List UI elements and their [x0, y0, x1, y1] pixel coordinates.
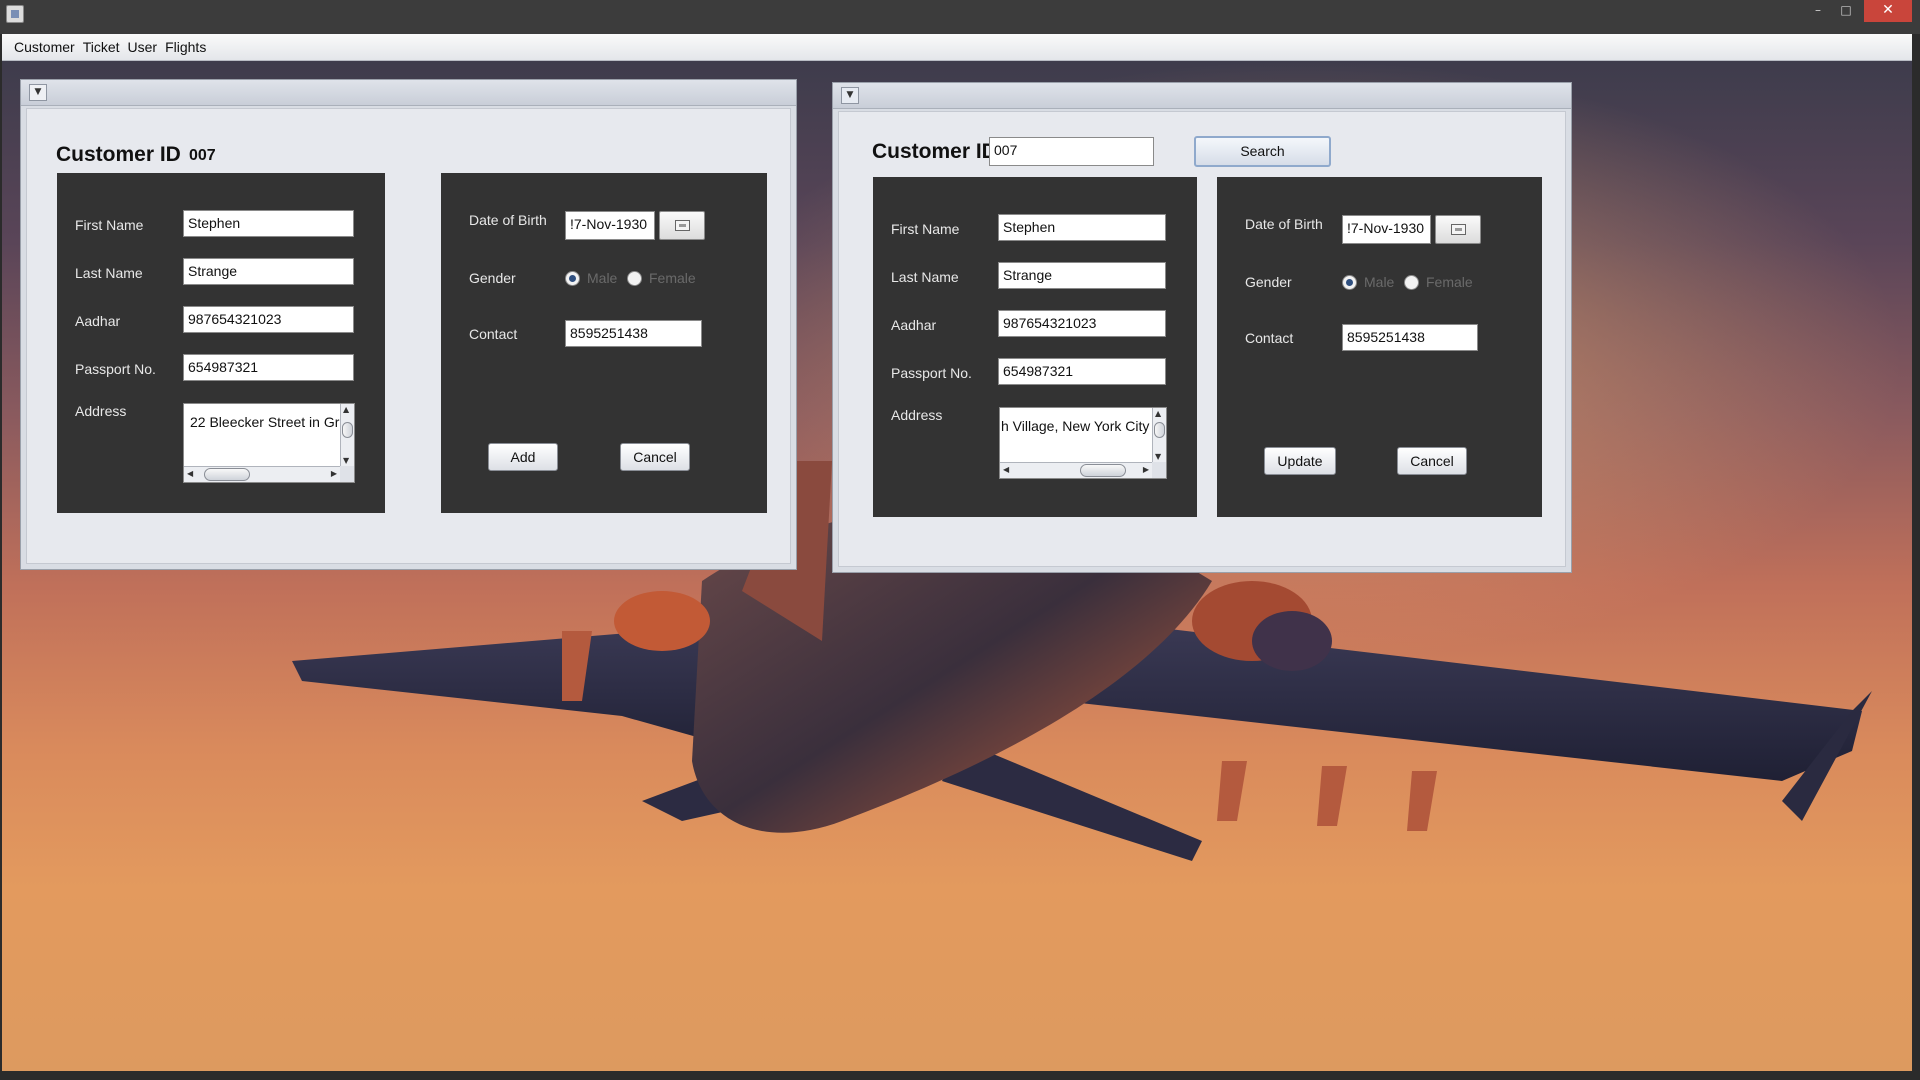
dob-field[interactable]: !7-Nov-1930: [1342, 215, 1431, 244]
first-name-label: First Name: [75, 217, 144, 233]
add-customer-frame: ▼ Customer ID 007 First Name Stephen Las…: [20, 79, 797, 570]
customer-id-value: 007: [189, 147, 216, 164]
contact-info-panel: Date of Birth !7-Nov-1930 Gender Male Fe…: [441, 173, 767, 513]
gender-male-label[interactable]: Male: [1364, 274, 1394, 290]
gender-male-label[interactable]: Male: [587, 270, 617, 286]
gender-female-label[interactable]: Female: [649, 270, 696, 286]
vertical-scroll-thumb[interactable]: [342, 422, 353, 438]
calendar-button[interactable]: [1435, 215, 1481, 244]
minimize-button[interactable]: –: [1804, 0, 1832, 22]
address-textarea[interactable]: h Village, New York City ▲ ▼ ◀ ▶: [999, 407, 1167, 479]
address-label: Address: [891, 407, 943, 423]
search-button[interactable]: Search: [1194, 136, 1331, 167]
passport-field[interactable]: 654987321: [183, 354, 354, 381]
calendar-button[interactable]: [659, 211, 705, 240]
horizontal-scroll-thumb[interactable]: [204, 468, 250, 481]
menu-flights[interactable]: Flights: [161, 34, 210, 61]
last-name-field[interactable]: Strange: [183, 258, 354, 285]
gender-label: Gender: [469, 270, 516, 286]
gender-female-radio[interactable]: [627, 271, 642, 286]
address-text: 22 Bleecker Street in Gr: [190, 414, 340, 430]
first-name-field[interactable]: Stephen: [998, 214, 1166, 241]
maximize-button[interactable]: □: [1832, 0, 1860, 22]
close-button[interactable]: ✕: [1864, 0, 1912, 22]
aadhar-field[interactable]: 987654321023: [998, 310, 1166, 337]
address-text: h Village, New York City: [1001, 418, 1150, 434]
address-textarea[interactable]: 22 Bleecker Street in Gr ▲ ▼ ◀ ▶: [183, 403, 355, 483]
customer-id-heading: Customer ID: [872, 140, 997, 163]
calendar-icon: [675, 220, 690, 231]
personal-info-panel: First Name Stephen Last Name Strange Aad…: [873, 177, 1197, 517]
scroll-corner: [340, 466, 354, 482]
contact-label: Contact: [1245, 330, 1294, 346]
frame-content: Customer ID 007 First Name Stephen Last …: [26, 108, 791, 564]
update-customer-frame: ▼ Customer ID 007 Search First Name Step…: [832, 82, 1572, 573]
menu-customer[interactable]: Customer: [10, 34, 79, 61]
first-name-label: First Name: [891, 221, 960, 237]
cancel-button[interactable]: Cancel: [620, 443, 690, 471]
gender-label: Gender: [1245, 274, 1292, 290]
passport-label: Passport No.: [891, 365, 972, 381]
add-button[interactable]: Add: [488, 443, 558, 471]
gender-female-label[interactable]: Female: [1426, 274, 1473, 290]
vertical-scroll-thumb[interactable]: [1154, 422, 1165, 438]
address-horizontal-scrollbar[interactable]: ◀ ▶: [184, 466, 340, 482]
address-horizontal-scrollbar[interactable]: ◀ ▶: [1000, 462, 1152, 478]
contact-field[interactable]: 8595251438: [1342, 324, 1478, 351]
window-bottom-border: [0, 1071, 1920, 1080]
update-button[interactable]: Update: [1264, 447, 1336, 475]
passport-field[interactable]: 654987321: [998, 358, 1166, 385]
title-bar: – □ ✕: [0, 0, 1920, 34]
aadhar-label: Aadhar: [75, 313, 121, 329]
calendar-icon: [1451, 224, 1466, 235]
menu-user[interactable]: User: [124, 34, 162, 61]
address-vertical-scrollbar[interactable]: ▲ ▼: [1152, 408, 1166, 462]
frame-title-bar[interactable]: ▼: [21, 80, 796, 106]
address-vertical-scrollbar[interactable]: ▲ ▼: [340, 404, 354, 466]
first-name-field[interactable]: Stephen: [183, 210, 354, 237]
cancel-button[interactable]: Cancel: [1397, 447, 1467, 475]
aadhar-field[interactable]: 987654321023: [183, 306, 354, 333]
frame-menu-icon[interactable]: ▼: [841, 87, 859, 104]
dob-field[interactable]: !7-Nov-1930: [565, 211, 655, 240]
passport-label: Passport No.: [75, 361, 156, 377]
frame-content: Customer ID 007 Search First Name Stephe…: [838, 111, 1566, 567]
customer-id-heading: Customer ID: [56, 143, 181, 166]
personal-info-panel: First Name Stephen Last Name Strange Aad…: [57, 173, 385, 513]
contact-info-panel: Date of Birth !7-Nov-1930 Gender Male Fe…: [1217, 177, 1542, 517]
last-name-label: Last Name: [75, 265, 143, 281]
scroll-corner: [1152, 462, 1166, 478]
address-label: Address: [75, 403, 127, 419]
menu-bar: Customer Ticket User Flights: [2, 34, 1912, 61]
last-name-label: Last Name: [891, 269, 959, 285]
horizontal-scroll-thumb[interactable]: [1080, 464, 1126, 477]
gender-male-radio[interactable]: [565, 271, 580, 286]
last-name-field[interactable]: Strange: [998, 262, 1166, 289]
menu-ticket[interactable]: Ticket: [79, 34, 124, 61]
app-icon: [6, 5, 24, 23]
gender-female-radio[interactable]: [1404, 275, 1419, 290]
contact-label: Contact: [469, 326, 518, 342]
customer-id-input[interactable]: 007: [989, 137, 1154, 166]
frame-title-bar[interactable]: ▼: [833, 83, 1571, 109]
dob-label: Date of Birth: [1245, 216, 1323, 232]
frame-menu-icon[interactable]: ▼: [29, 84, 47, 101]
dob-label: Date of Birth: [469, 212, 547, 228]
gender-male-radio[interactable]: [1342, 275, 1357, 290]
contact-field[interactable]: 8595251438: [565, 320, 702, 347]
aadhar-label: Aadhar: [891, 317, 937, 333]
